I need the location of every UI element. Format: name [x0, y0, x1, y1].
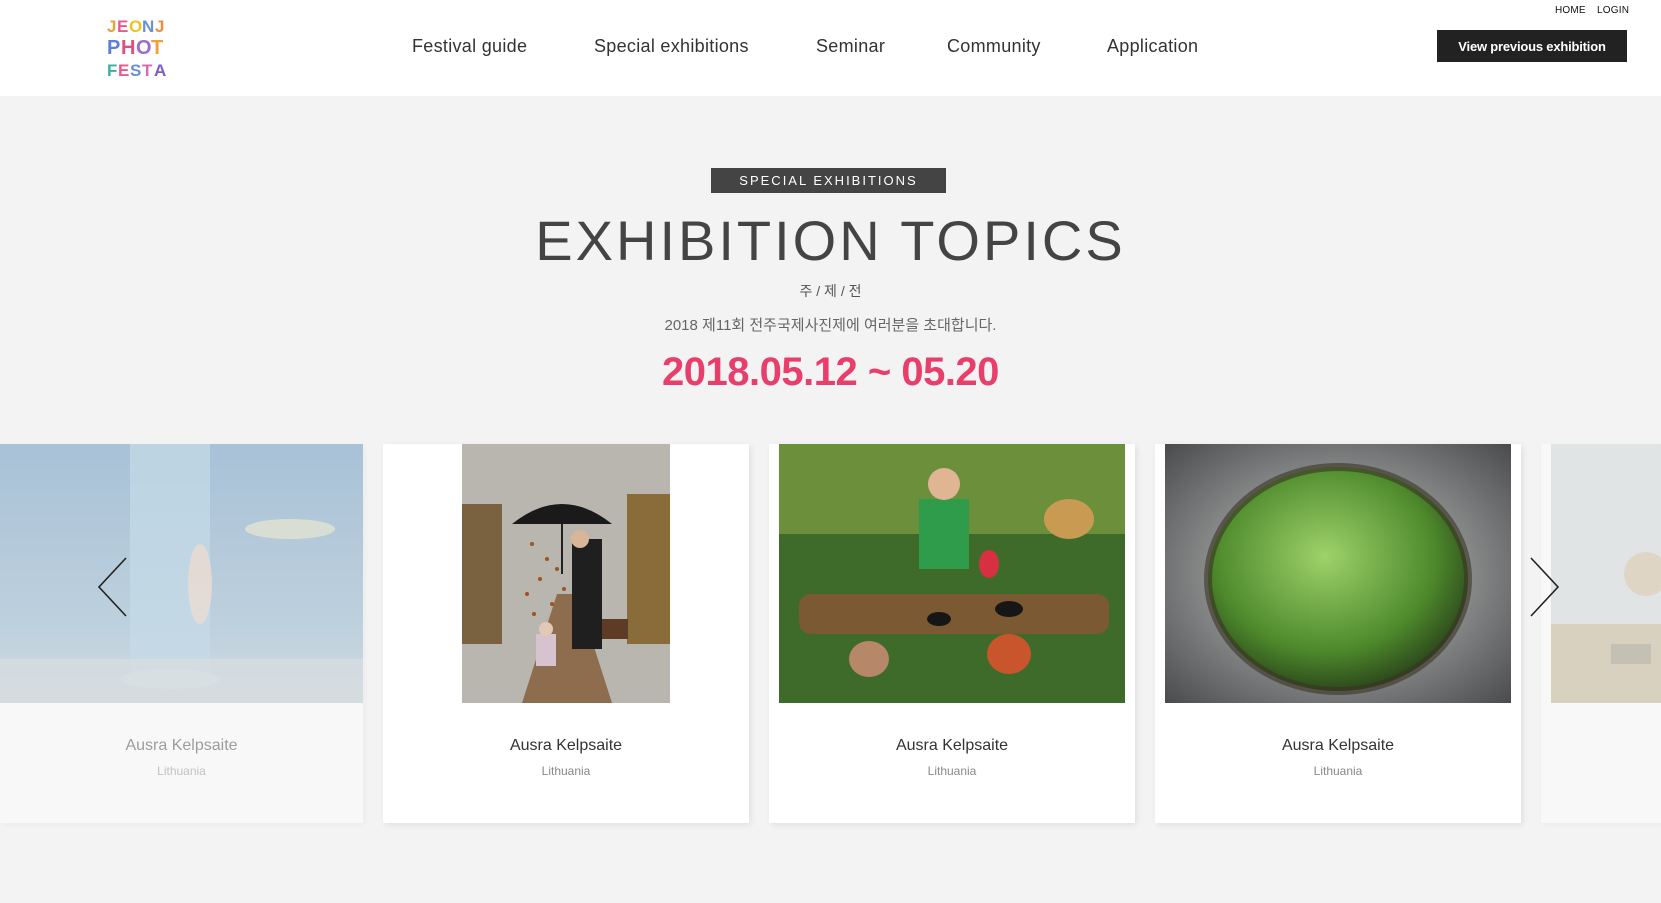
exhibition-card[interactable]: Ausra Kelpsaite Lithuania: [1155, 444, 1521, 823]
card-artist-name: Ausra Kelpsaite: [509, 737, 623, 754]
card-artist-country: Lithuania: [927, 764, 977, 778]
exhibition-card[interactable]: Ausra Kelpsaite Lithuania: [0, 444, 363, 823]
page-title: EXHIBITION TOPICS: [535, 209, 1126, 272]
site-header: J E O N J P H O T F E S T A Festival gui…: [0, 0, 1661, 96]
korean-subtitle: 주 / 제 / 전: [799, 283, 862, 299]
nav-seminar[interactable]: Seminar: [816, 36, 885, 57]
card-artist-country: Lithuania: [1313, 764, 1363, 778]
exhibition-card[interactable]: [1541, 444, 1661, 823]
card-artist-name: Ausra Kelpsaite: [125, 737, 238, 754]
main-nav: Festival guide Special exhibitions Semin…: [0, 0, 1661, 96]
card-image-landscape: [1551, 444, 1661, 703]
card-image-umbrella: [462, 444, 670, 703]
chevron-right-icon[interactable]: [1527, 556, 1561, 618]
invitation-text: 2018 제11회 전주국제사진제에 여러분을 초대합니다.: [664, 317, 997, 334]
nav-festival-guide[interactable]: Festival guide: [412, 36, 527, 57]
festival-dates: 2018.05.12 ~ 05.20: [662, 350, 999, 394]
card-artist-name: Ausra Kelpsaite: [1281, 737, 1395, 754]
card-artist-country: Lithuania: [157, 764, 206, 778]
card-image-green-planet: [1165, 444, 1511, 703]
card-image-underwater: [0, 444, 363, 703]
section-badge: SPECIAL EXHIBITIONS: [711, 168, 946, 193]
exhibition-card[interactable]: Ausra Kelpsaite Lithuania: [383, 444, 749, 823]
nav-special-exhibitions[interactable]: Special exhibitions: [594, 36, 749, 57]
chevron-left-icon[interactable]: [96, 556, 130, 618]
view-previous-exhibition-button[interactable]: View previous exhibition: [1437, 30, 1627, 62]
login-link[interactable]: LOGIN: [1597, 5, 1629, 16]
home-link[interactable]: HOME: [1555, 5, 1586, 16]
exhibition-card[interactable]: Ausra Kelpsaite Lithuania: [769, 444, 1135, 823]
card-artist-name: Ausra Kelpsaite: [895, 737, 1009, 754]
card-artist-country: Lithuania: [541, 764, 591, 778]
card-image-insects: [779, 444, 1125, 703]
nav-application[interactable]: Application: [1107, 36, 1198, 57]
nav-community[interactable]: Community: [947, 36, 1041, 57]
